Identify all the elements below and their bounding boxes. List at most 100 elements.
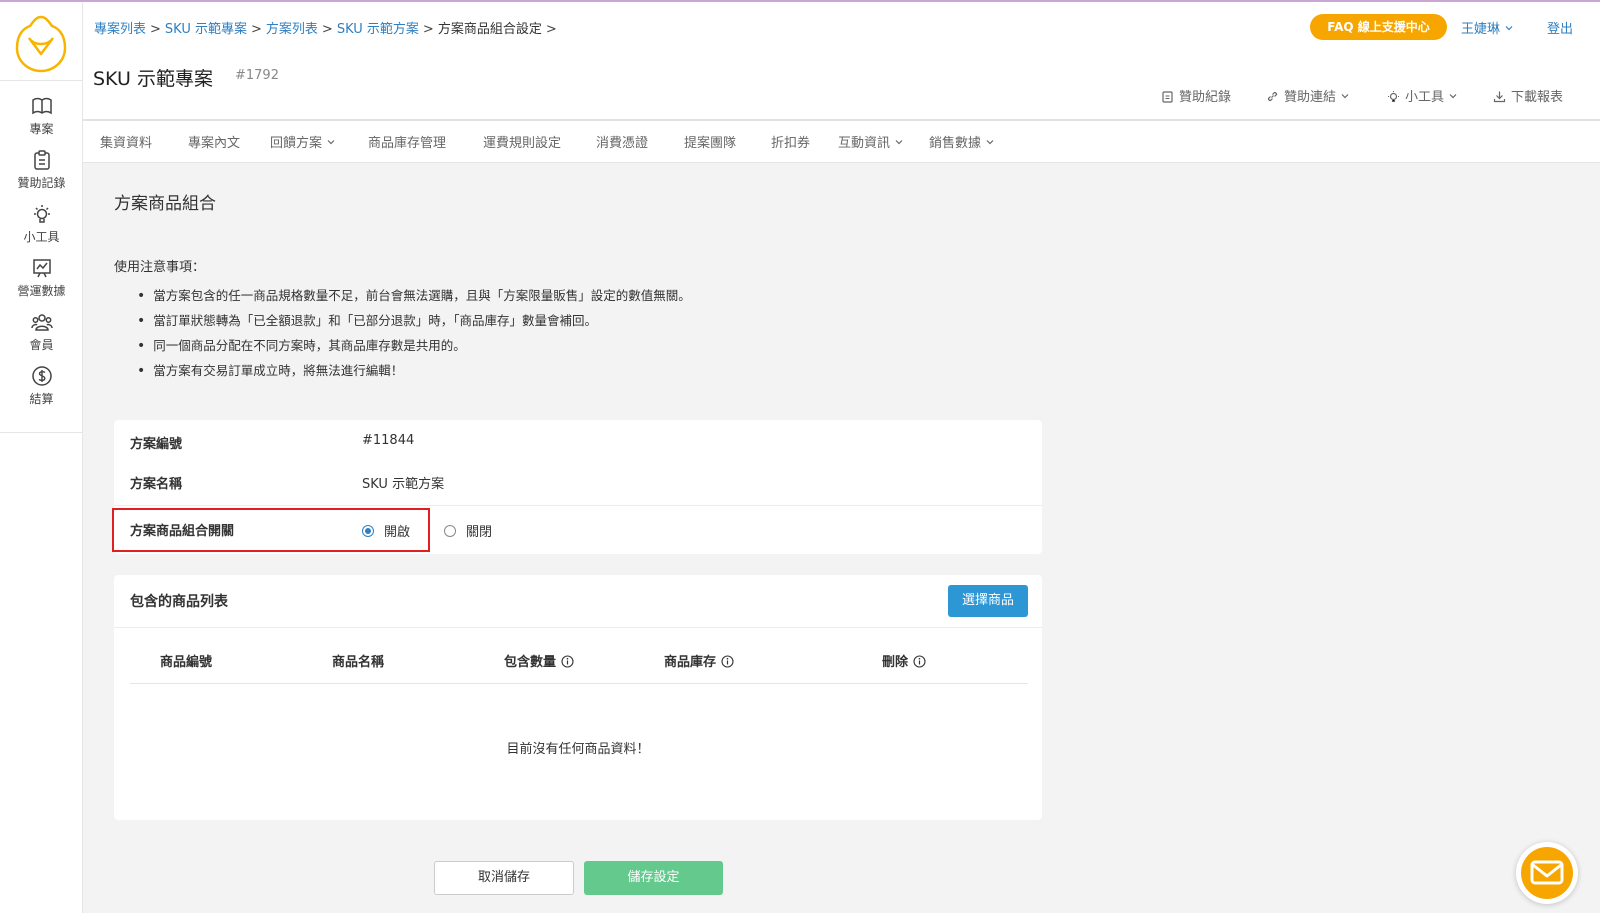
notice-list: 當方案包含的任一商品規格數量不足，前台會無法選購，且與「方案限量販售」設定的數值… [137, 283, 691, 383]
tool-label: 贊助紀錄 [1179, 90, 1232, 105]
breadcrumb-separator: > [251, 22, 262, 37]
cancel-button[interactable]: 取消儲存 [434, 861, 574, 895]
sidebar-item-sponsor-records[interactable]: 贊助記錄 [0, 149, 83, 201]
project-title: SKU 示範專案 [93, 68, 213, 90]
dollar-icon [31, 366, 52, 386]
download-icon [1493, 91, 1506, 103]
project-tabs: 集資資料 專案內文 回饋方案 商品庫存管理 運費規則設定 消費憑證 提案團隊 折… [83, 121, 1600, 163]
breadcrumb-separator: > [545, 22, 557, 37]
tool-label: 下載報表 [1511, 90, 1564, 105]
chevron-down-icon [327, 140, 335, 145]
chevron-down-icon [1505, 26, 1513, 31]
logout-link[interactable]: 登出 [1547, 18, 1573, 37]
breadcrumb: 專案列表 > SKU 示範專案 > 方案列表 > SKU 示範方案 > 方案商品組合設定 > [94, 18, 561, 37]
faq-button[interactable]: FAQ 線上支援中心 [1310, 14, 1447, 40]
clipboard-icon [33, 150, 50, 170]
divider [130, 683, 1028, 684]
plan-id-label: 方案編號 [130, 437, 183, 452]
divider [0, 80, 83, 81]
tab-inventory[interactable]: 商品庫存管理 [368, 132, 446, 151]
sidebar-item-label: 小工具 [23, 230, 60, 244]
sponsor-links-dropdown[interactable]: 贊助連結 [1266, 86, 1349, 105]
link-icon [1267, 91, 1278, 102]
column-header-label: 刪除 [882, 655, 909, 670]
page-title: 方案商品組合 [114, 194, 216, 214]
sidebar: 專案 贊助記錄 小工具 營運數據 會員 結算 [0, 2, 83, 913]
breadcrumb-separator: > [150, 22, 161, 37]
tab-sales-data[interactable]: 銷售數據 [929, 132, 994, 151]
empty-state-message: 目前沒有任何商品資料！ [506, 742, 650, 757]
tab-reward-plans[interactable]: 回饋方案 [270, 132, 335, 151]
plan-name-label: 方案名稱 [130, 477, 183, 492]
breadcrumb-separator: > [321, 22, 333, 37]
column-header-label: 包含數量 [504, 655, 557, 670]
notice-item: 同一個商品分配在不同方案時，其商品庫存數是共用的。 [137, 333, 691, 358]
breadcrumb-current: 方案商品組合設定 [437, 22, 542, 37]
breadcrumb-plan-list[interactable]: 方案列表 [266, 22, 318, 37]
breadcrumb-project-list[interactable]: 專案列表 [94, 22, 146, 37]
plan-id-value: #11844 [362, 433, 415, 448]
lightbulb-icon [1388, 91, 1399, 103]
sidebar-item-members[interactable]: 會員 [0, 311, 83, 363]
tab-interactions[interactable]: 互動資訊 [838, 132, 903, 151]
chart-icon [32, 259, 51, 278]
sidebar-item-operations[interactable]: 營運數據 [0, 257, 83, 309]
chevron-down-icon [895, 140, 903, 145]
info-icon[interactable] [561, 655, 574, 668]
sidebar-item-tools[interactable]: 小工具 [0, 203, 83, 255]
tools-dropdown[interactable]: 小工具 [1387, 86, 1457, 105]
radio-unselected-icon [444, 525, 456, 537]
highlight-box [112, 508, 430, 552]
product-list-title: 包含的商品列表 [130, 594, 228, 610]
notice-item: 當方案有交易訂單成立時，將無法進行編輯！ [137, 358, 691, 383]
sidebar-item-label: 贊助記錄 [17, 176, 66, 190]
tab-vouchers[interactable]: 消費憑證 [596, 132, 648, 151]
breadcrumb-plan[interactable]: SKU 示範方案 [337, 22, 419, 37]
lightbulb-icon [33, 205, 50, 223]
plan-name-value: SKU 示範方案 [362, 477, 445, 492]
info-icon[interactable] [721, 655, 734, 668]
column-header-delete: 刪除 [882, 651, 926, 670]
sidebar-item-label: 營運數據 [17, 284, 66, 298]
notice-item: 當訂單狀態轉為「已全額退款」和「已部分退款」時，「商品庫存」數量會補回。 [137, 308, 691, 333]
sidebar-item-label: 會員 [29, 338, 54, 352]
column-header-product-name: 商品名稱 [332, 655, 385, 670]
tool-label: 小工具 [1405, 90, 1445, 105]
breadcrumb-project[interactable]: SKU 示範專案 [165, 22, 247, 37]
chat-button-face [1521, 847, 1573, 899]
chat-button[interactable] [1516, 842, 1578, 904]
header: 專案列表 > SKU 示範專案 > 方案列表 > SKU 示範方案 > 方案商品組合設定 > FA… [83, 2, 1600, 120]
user-name: 王婕琳 [1461, 22, 1501, 37]
tab-team[interactable]: 提案團隊 [684, 132, 736, 151]
divider [114, 505, 1042, 506]
column-header-stock: 商品庫存 [664, 651, 734, 670]
divider [114, 627, 1042, 628]
tab-label: 回饋方案 [270, 136, 323, 151]
user-menu[interactable]: 王婕琳 [1461, 18, 1513, 37]
book-icon [31, 97, 52, 115]
download-report-link[interactable]: 下載報表 [1493, 86, 1563, 105]
breadcrumb-separator: > [422, 22, 434, 37]
tab-coupons[interactable]: 折扣券 [771, 132, 810, 151]
tab-project-content[interactable]: 專案內文 [188, 132, 240, 151]
save-button[interactable]: 儲存設定 [584, 861, 723, 895]
column-header-product-id: 商品編號 [160, 655, 213, 670]
sidebar-item-label: 結算 [29, 392, 54, 406]
choose-products-button[interactable]: 選擇商品 [948, 585, 1028, 617]
project-id: #1792 [235, 68, 279, 83]
sidebar-item-settlement[interactable]: 結算 [0, 365, 83, 417]
combo-toggle-off-radio[interactable]: 關閉 [444, 521, 492, 540]
sidebar-item-project[interactable]: 專案 [0, 95, 83, 147]
product-list-card: 包含的商品列表 選擇商品 商品編號 商品名稱 包含數量 商品庫存 刪除 目前沒有… [114, 575, 1042, 820]
notice-title: 使用注意事項： [114, 260, 206, 275]
logo-icon[interactable] [14, 14, 68, 74]
chevron-down-icon [986, 140, 994, 145]
tab-label: 銷售數據 [929, 136, 982, 151]
info-icon[interactable] [913, 655, 926, 668]
mail-icon [1530, 860, 1564, 885]
tab-fundraising-info[interactable]: 集資資料 [100, 132, 152, 151]
sponsor-records-link[interactable]: 贊助紀錄 [1161, 86, 1231, 105]
tab-label: 互動資訊 [838, 136, 891, 151]
tab-shipping-rules[interactable]: 運費規則設定 [483, 132, 561, 151]
tool-label: 贊助連結 [1284, 90, 1337, 105]
